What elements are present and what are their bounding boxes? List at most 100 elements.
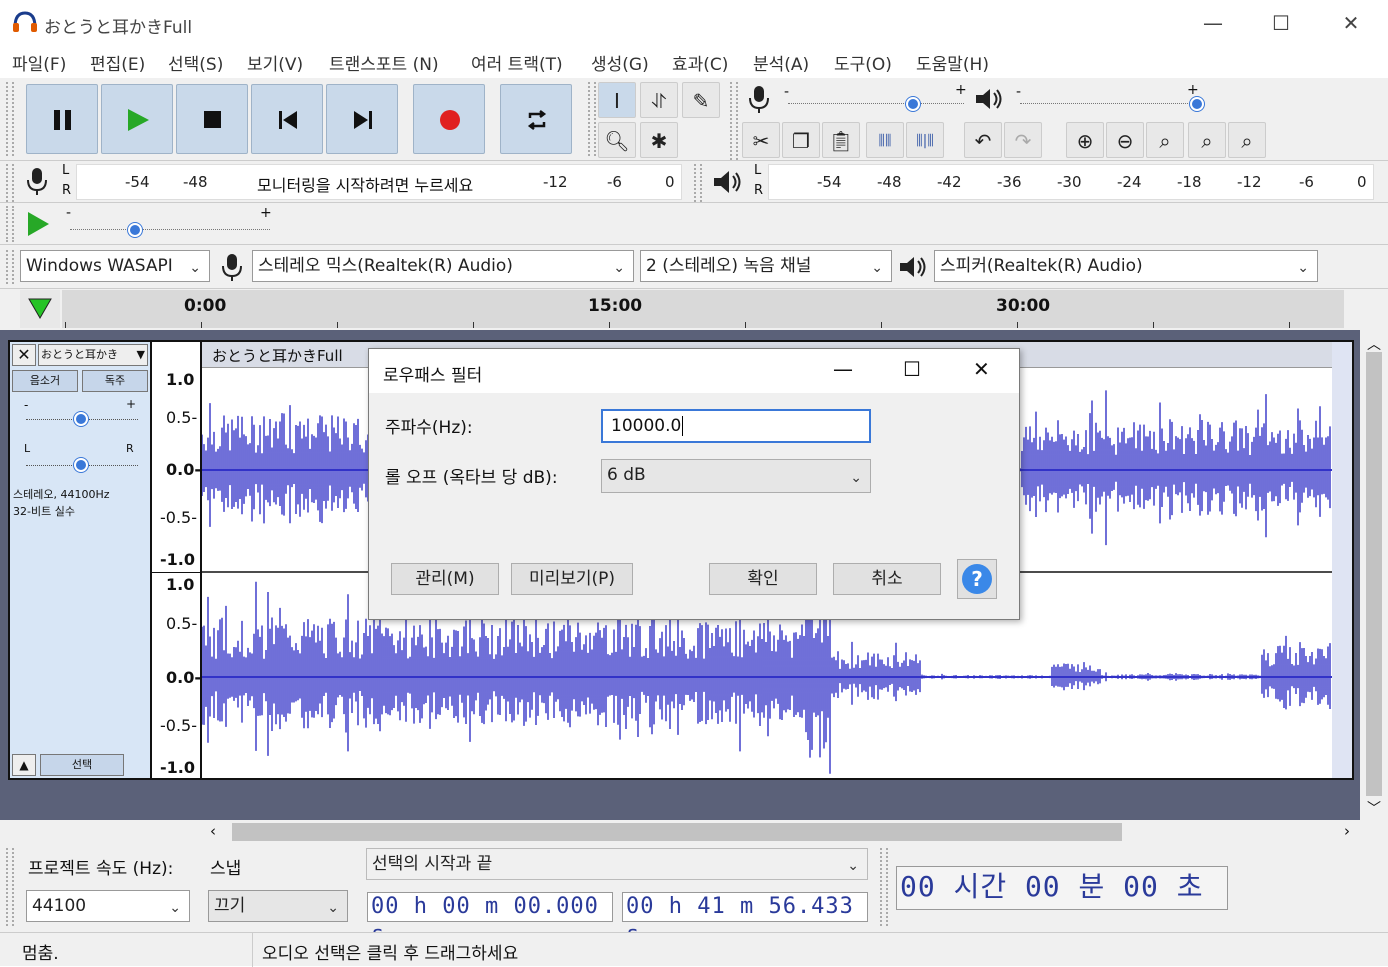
pan-slider[interactable]	[74, 458, 88, 472]
fit-project-icon[interactable]: ⌕	[1188, 122, 1226, 158]
toolbar-grip[interactable]	[694, 164, 702, 202]
track-select-button[interactable]: 선택	[40, 754, 124, 776]
copy-icon[interactable]: ❐	[782, 122, 820, 158]
toolbar-grip[interactable]	[730, 122, 738, 160]
scroll-up-icon[interactable]: ︿	[1367, 334, 1381, 354]
collapse-track-icon[interactable]: ▲	[12, 754, 36, 776]
scroll-thumb[interactable]	[1366, 352, 1382, 796]
play-button[interactable]	[101, 84, 173, 154]
menu-effect[interactable]: 효과(C)	[672, 50, 728, 75]
cancel-button[interactable]: 취소	[833, 563, 941, 595]
menu-view[interactable]: 보기(V)	[247, 50, 303, 75]
help-button[interactable]: ?	[957, 559, 997, 599]
recording-device-select[interactable]: 스테레오 믹스(Realtek(R) Audio) ⌄	[252, 250, 634, 282]
dialog-close-button[interactable]: ✕	[973, 357, 990, 381]
audio-position-display[interactable]: 00 시간 00 분 00 초	[896, 866, 1228, 910]
recording-channels-select[interactable]: 2 (스테레오) 녹음 채널 ⌄	[640, 250, 892, 282]
paste-icon[interactable]: 📋︎	[822, 122, 860, 158]
playback-device-select[interactable]: 스피커(Realtek(R) Audio) ⌄	[934, 250, 1318, 282]
toolbar-grip[interactable]	[730, 82, 738, 120]
mute-button[interactable]: 음소거	[12, 370, 78, 392]
trim-icon[interactable]: ⫼⫼	[866, 122, 904, 158]
menu-analyze[interactable]: 분석(A)	[753, 50, 809, 75]
play-at-speed-icon[interactable]	[26, 211, 52, 237]
solo-button[interactable]: 독주	[82, 370, 148, 392]
menu-generate[interactable]: 생성(G)	[591, 50, 649, 75]
selection-tool-icon[interactable]: I	[598, 82, 636, 118]
toolbar-grip[interactable]	[6, 848, 14, 926]
menu-help[interactable]: 도움말(H)	[916, 50, 989, 75]
snap-select[interactable]: 끄기 ⌄	[208, 890, 348, 922]
cut-icon[interactable]: ✂	[742, 122, 780, 158]
menu-file[interactable]: 파일(F)	[12, 50, 66, 75]
play-volume-track[interactable]	[1020, 103, 1196, 104]
scroll-down-icon[interactable]: ﹀	[1367, 798, 1381, 818]
stop-button[interactable]	[176, 84, 248, 154]
audio-host-select[interactable]: Windows WASAPI ⌄	[20, 250, 210, 282]
menu-tools[interactable]: 도구(O)	[834, 50, 892, 75]
zoom-out-icon[interactable]: ⊖	[1106, 122, 1144, 158]
horizontal-scrollbar[interactable]: ‹ ›	[0, 820, 1388, 844]
minimize-button[interactable]: —	[1190, 8, 1236, 38]
timeline-options[interactable]	[20, 290, 60, 328]
scale-label: -1.0	[160, 550, 195, 569]
undo-icon[interactable]: ↶	[964, 122, 1002, 158]
dialog-maximize-button[interactable]: ☐	[903, 357, 921, 381]
toolbar-grip[interactable]	[6, 164, 14, 202]
hscroll-thumb[interactable]	[232, 823, 1122, 841]
rec-volume-slider[interactable]	[906, 97, 920, 111]
toolbar-grip[interactable]	[6, 206, 14, 242]
toolbar-grip[interactable]	[6, 250, 14, 284]
menu-tracks[interactable]: 여러 트랙(T)	[471, 50, 563, 75]
draw-tool-icon[interactable]: ✎	[682, 82, 720, 118]
selection-mode-select[interactable]: 선택의 시작과 끝 ⌄	[366, 848, 868, 880]
monitor-prompt[interactable]: 모니터링을 시작하려면 누르세요	[257, 172, 473, 196]
scroll-left-icon[interactable]: ‹	[210, 822, 216, 840]
maximize-button[interactable]: ☐	[1258, 8, 1304, 38]
manage-button[interactable]: 관리(M)	[391, 563, 499, 595]
close-button[interactable]: ✕	[1328, 8, 1374, 38]
envelope-tool-icon[interactable]: ⥯	[640, 82, 678, 118]
toolbar-grip[interactable]	[588, 82, 596, 156]
play-volume-slider[interactable]	[1190, 97, 1204, 111]
pause-button[interactable]	[26, 84, 98, 154]
skip-to-start-button[interactable]	[251, 84, 323, 154]
play-meter-icon[interactable]	[712, 168, 746, 196]
amplitude-scale[interactable]: 1.0 0.5- 0.0- -0.5- -1.0 1.0 0.5- 0.0- -…	[152, 340, 201, 780]
track-close-icon[interactable]: ✕	[12, 344, 36, 366]
speed-slider[interactable]	[128, 223, 142, 237]
rec-volume-track[interactable]	[788, 103, 964, 104]
ok-button[interactable]: 확인	[709, 563, 817, 595]
zoom-in-icon[interactable]: ⊕	[1066, 122, 1104, 158]
zoom-tool-icon[interactable]: 🔍︎	[598, 122, 636, 158]
frequency-input[interactable]: 10000.0	[601, 409, 871, 443]
speed-track[interactable]	[70, 229, 270, 230]
redo-icon[interactable]: ↷	[1004, 122, 1042, 158]
multi-tool-icon[interactable]: ✱	[640, 122, 678, 158]
toolbar-grip[interactable]	[880, 848, 888, 926]
selection-start-time[interactable]: 00 h 00 m 00.000 s	[367, 892, 613, 947]
skip-to-end-button[interactable]	[326, 84, 398, 154]
menu-select[interactable]: 선택(S)	[168, 50, 223, 75]
timeline-ruler[interactable]: 0:00 15:00 30:00	[62, 290, 1344, 328]
playback-meter[interactable]: -54 -48 -42 -36 -30 -24 -18 -12 -6 0	[768, 164, 1374, 200]
loop-button[interactable]	[500, 84, 572, 154]
menu-edit[interactable]: 편집(E)	[90, 50, 145, 75]
track-menu-button[interactable]: おとうと耳かき ▼	[38, 344, 148, 366]
menu-transport[interactable]: 트랜스포트 (N)	[329, 50, 439, 75]
record-meter[interactable]: -54 -48 모니터링을 시작하려면 누르세요 -12 -6 0	[76, 164, 682, 200]
fit-selection-icon[interactable]: ⌕	[1146, 122, 1184, 158]
rolloff-select[interactable]: 6 dB ⌄	[601, 459, 871, 493]
project-rate-select[interactable]: 44100 ⌄	[26, 890, 190, 922]
silence-icon[interactable]: ⫼|⫼	[906, 122, 944, 158]
record-meter-icon[interactable]	[24, 166, 50, 198]
record-button[interactable]	[413, 84, 485, 154]
selection-end-time[interactable]: 00 h 41 m 56.433 s	[622, 892, 868, 947]
scroll-right-icon[interactable]: ›	[1344, 822, 1350, 840]
preview-button[interactable]: 미리보기(P)	[511, 563, 633, 595]
vertical-scrollbar[interactable]: ︿ ﹀	[1360, 330, 1388, 820]
dialog-minimize-button[interactable]: —	[833, 357, 853, 381]
toolbar-grip[interactable]	[6, 82, 14, 156]
gain-slider[interactable]	[74, 412, 88, 426]
zoom-toggle-icon[interactable]: ⌕	[1228, 122, 1266, 158]
